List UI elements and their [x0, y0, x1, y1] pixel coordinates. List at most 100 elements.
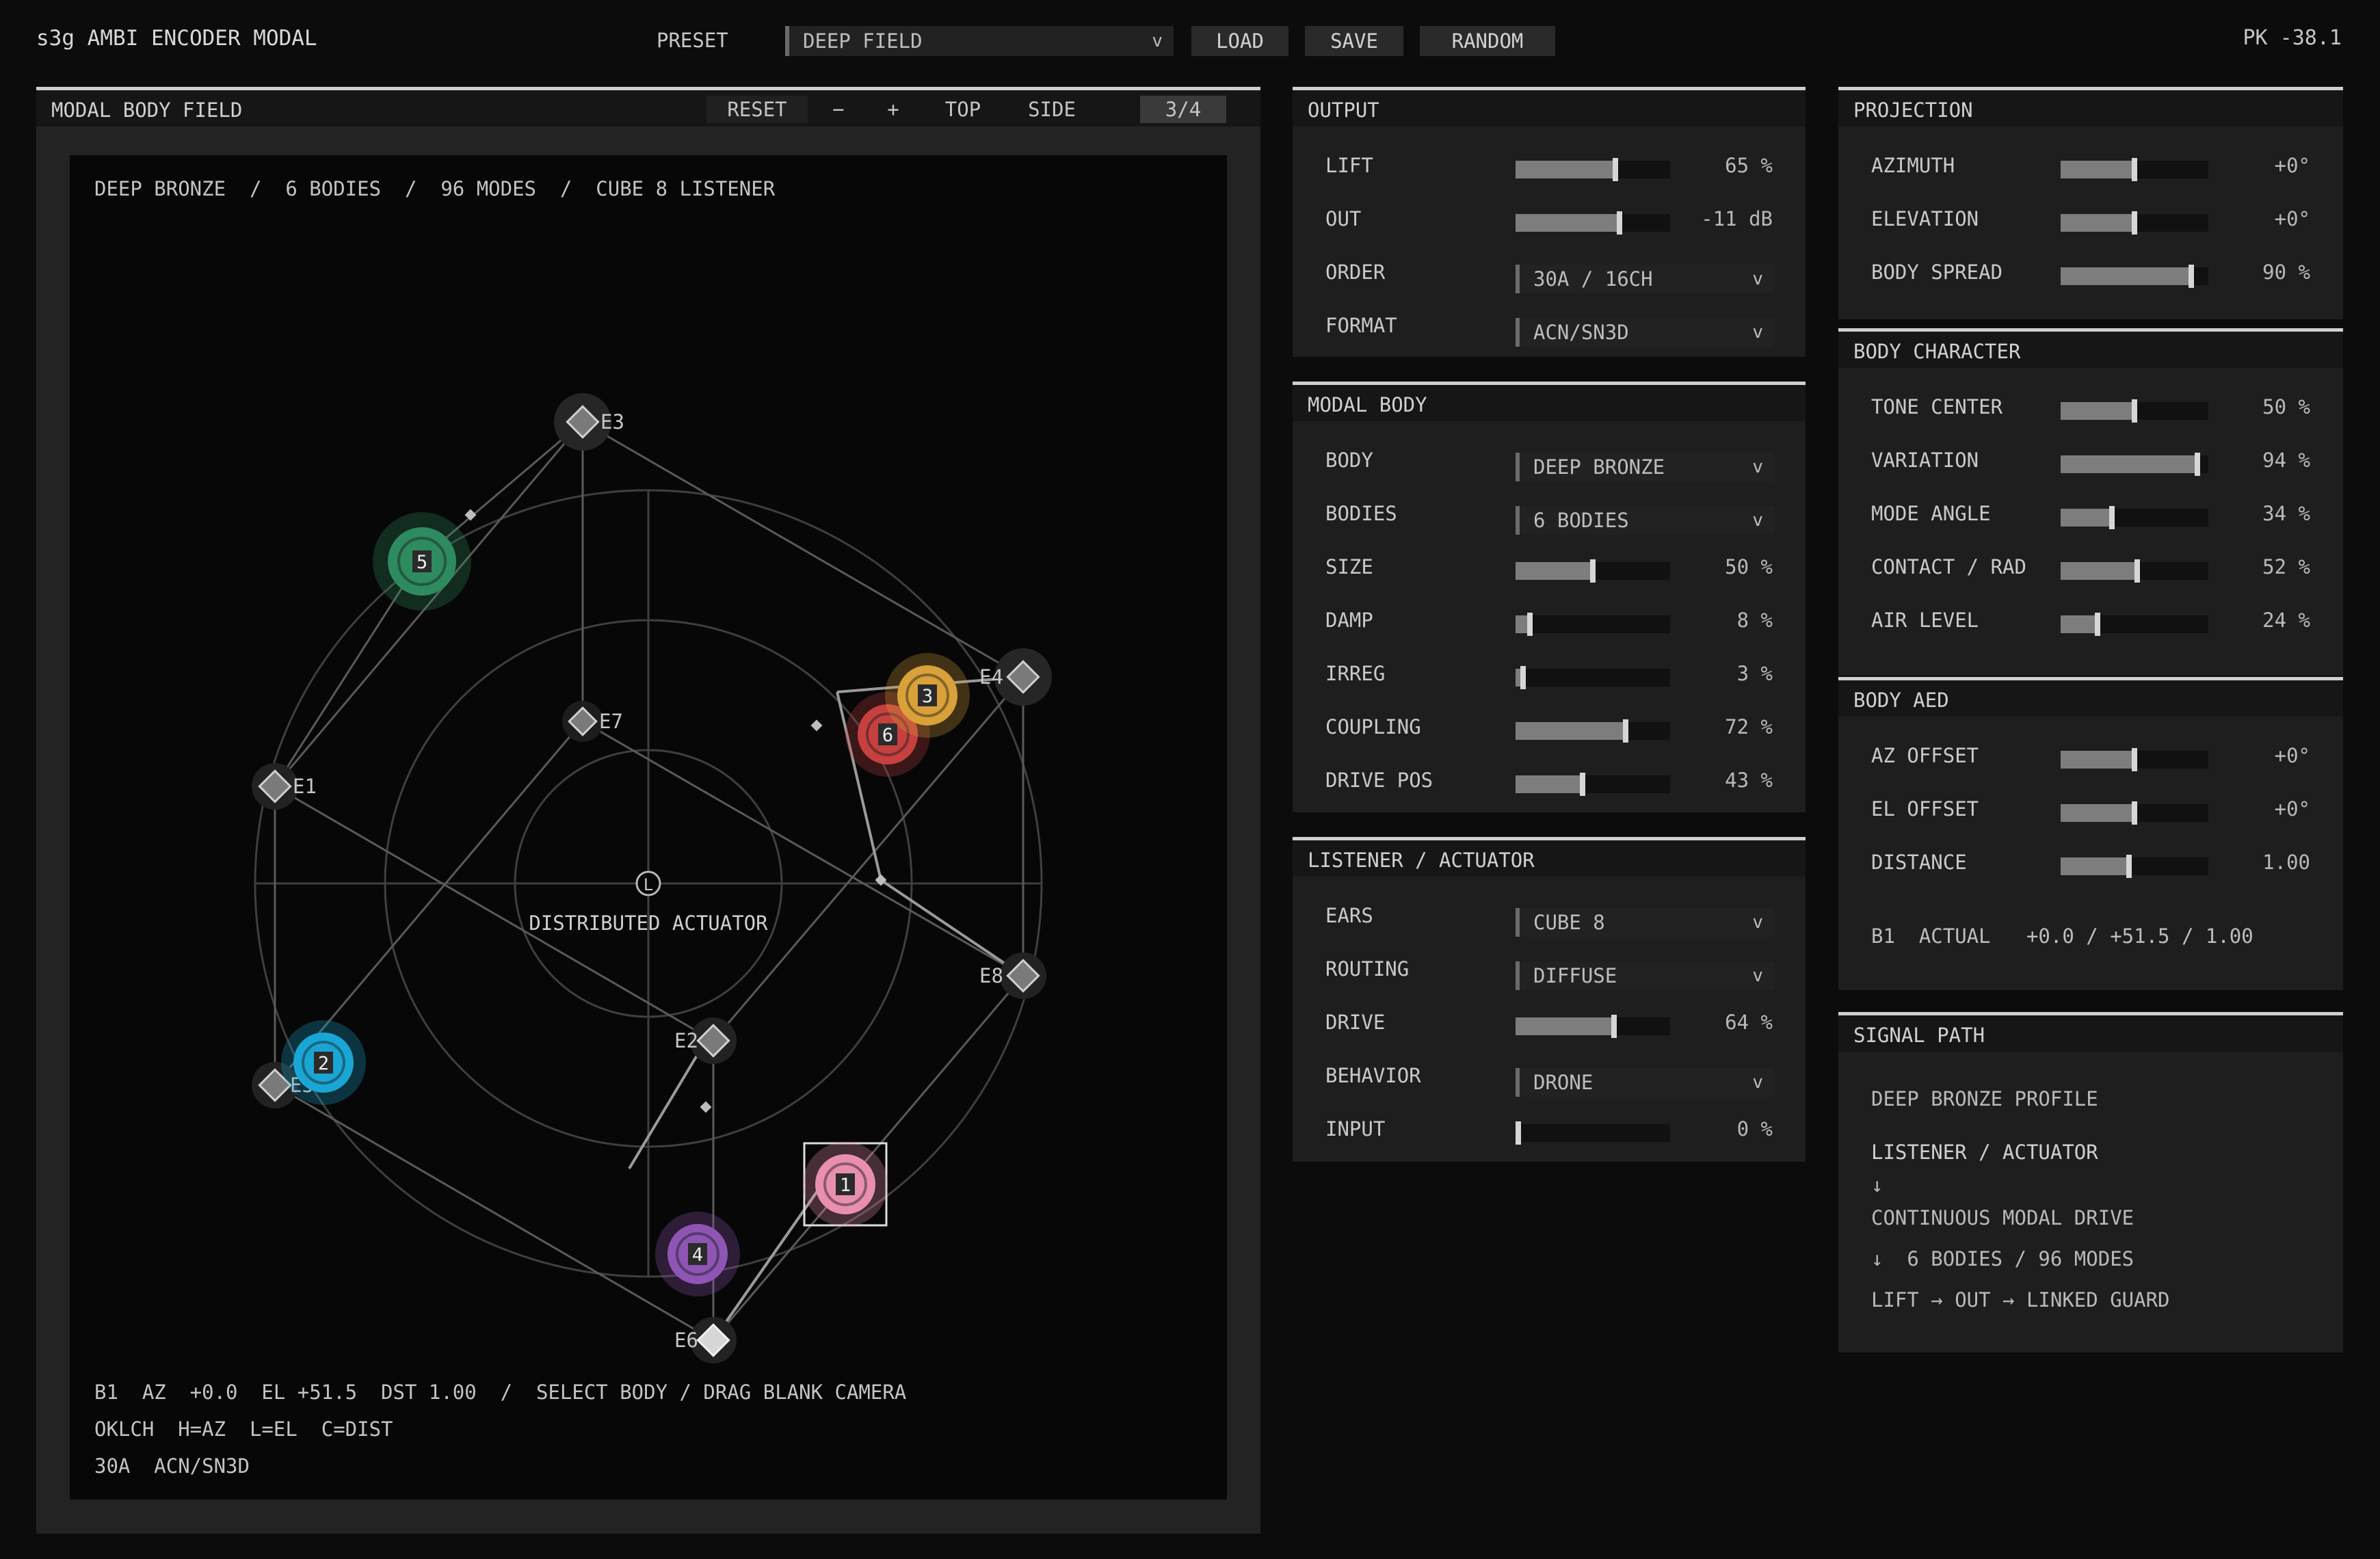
slider-handle[interactable] [1580, 773, 1585, 796]
chevron-down-icon: v [1752, 912, 1763, 933]
listener-title: LISTENER / ACTUATOR [1308, 849, 1535, 872]
air-level-value: 24 % [2262, 609, 2310, 632]
az-offset-slider[interactable] [2061, 748, 2208, 771]
chevron-down-icon: v [1752, 965, 1763, 986]
projection-panel: PROJECTION AZIMUTH +0° ELEVATION +0° BOD… [1838, 87, 2343, 319]
damp-value: 8 % [1736, 609, 1773, 632]
body-node[interactable]: 5 [373, 512, 471, 611]
body-node[interactable]: 4 [655, 1212, 740, 1296]
bodies-select[interactable]: 6 BODIES v [1516, 506, 1774, 535]
body-label: 4 [692, 1244, 703, 1266]
ear-label: E7 [599, 710, 623, 733]
damp-slider[interactable] [1516, 613, 1670, 636]
air-level-slider[interactable] [2061, 613, 2208, 636]
out-slider[interactable] [1516, 211, 1670, 235]
tone-center-slider[interactable] [2061, 399, 2208, 423]
damp-label: DAMP [1325, 609, 1373, 632]
el-offset-label: EL OFFSET [1871, 797, 1979, 821]
body-character-title: BODY CHARACTER [1853, 340, 2021, 363]
slider-handle[interactable] [2132, 748, 2137, 771]
slider-fill [2061, 857, 2126, 875]
body-node[interactable]: 1 [803, 1142, 888, 1227]
slider-handle[interactable] [2109, 506, 2115, 529]
slider-fill [1516, 722, 1623, 740]
body-label: 2 [318, 1053, 329, 1074]
slider-handle[interactable] [1617, 211, 1622, 235]
slider-handle[interactable] [2095, 613, 2100, 636]
ear-node[interactable]: E1 [252, 763, 317, 810]
coupling-slider[interactable] [1516, 719, 1670, 743]
el-offset-slider[interactable] [2061, 801, 2208, 825]
slider-handle[interactable] [1613, 158, 1618, 181]
load-button[interactable]: LOAD [1191, 26, 1288, 56]
azimuth-slider[interactable] [2061, 158, 2208, 181]
three-quarter-view-button[interactable]: 3/4 [1140, 96, 1226, 123]
body-select[interactable]: DEEP BRONZE v [1516, 453, 1774, 481]
contact-rad-slider[interactable] [2061, 559, 2208, 583]
side-view-button[interactable]: SIDE [1007, 96, 1096, 123]
preset-select[interactable]: DEEP FIELD v [785, 26, 1174, 56]
size-slider[interactable] [1516, 559, 1670, 583]
ears-select-value: CUBE 8 [1533, 911, 1605, 934]
mode-angle-slider[interactable] [2061, 506, 2208, 529]
slider-handle[interactable] [2134, 559, 2140, 583]
slider-handle[interactable] [1516, 1121, 1521, 1145]
irreg-slider[interactable] [1516, 666, 1670, 689]
irreg-label: IRREG [1325, 662, 1386, 685]
ear-node[interactable]: E7 [562, 701, 623, 742]
contact-marker [700, 1101, 712, 1113]
body-link-line [628, 1039, 707, 1170]
format-select[interactable]: ACN/SN3D v [1516, 318, 1774, 347]
zoom-out-button[interactable]: − [815, 96, 862, 123]
drive-value: 64 % [1725, 1011, 1773, 1034]
slider-handle[interactable] [1623, 719, 1628, 743]
slider-fill [2061, 509, 2109, 527]
slider-handle[interactable] [2126, 855, 2132, 878]
save-button[interactable]: SAVE [1305, 26, 1403, 56]
variation-slider[interactable] [2061, 453, 2208, 476]
slider-handle[interactable] [1590, 559, 1596, 583]
air-level-label: AIR LEVEL [1871, 609, 1979, 632]
drive-slider[interactable] [1516, 1015, 1670, 1038]
input-slider[interactable] [1516, 1121, 1670, 1145]
zoom-in-button[interactable]: + [869, 96, 917, 123]
behavior-select[interactable]: DRONE v [1516, 1068, 1774, 1097]
reset-view-button[interactable]: RESET [706, 96, 808, 123]
body-select-value: DEEP BRONZE [1533, 455, 1665, 479]
body-spread-slider[interactable] [2061, 265, 2208, 288]
body-node[interactable]: 3 [885, 653, 970, 738]
lift-slider[interactable] [1516, 158, 1670, 181]
distance-slider[interactable] [2061, 855, 2208, 878]
slider-handle[interactable] [1611, 1015, 1617, 1038]
slider-handle[interactable] [2132, 158, 2137, 181]
slider-handle[interactable] [2132, 801, 2137, 825]
ear-node[interactable]: E8 [979, 952, 1046, 999]
chevron-down-icon: v [1152, 31, 1163, 51]
slider-handle[interactable] [1527, 613, 1533, 636]
slider-handle[interactable] [2189, 265, 2194, 288]
order-select[interactable]: 30A / 16CH v [1516, 265, 1774, 293]
drive-pos-slider[interactable] [1516, 773, 1670, 796]
random-button[interactable]: RANDOM [1420, 26, 1555, 56]
field-canvas[interactable]: DEEP BRONZE / 6 BODIES / 96 MODES / CUBE… [70, 155, 1227, 1500]
field-graph[interactable]: L DISTRIBUTED ACTUATOR E1 E2 E3 E4 E5 E6… [70, 155, 1227, 1500]
ear-node[interactable]: E3 [554, 393, 624, 451]
slider-handle[interactable] [2132, 211, 2137, 235]
signal-path-title: SIGNAL PATH [1853, 1024, 1985, 1047]
elevation-slider[interactable] [2061, 211, 2208, 235]
top-view-button[interactable]: TOP [925, 96, 1001, 123]
chevron-down-icon: v [1752, 322, 1763, 343]
modal-body-field-panel: MODAL BODY FIELD RESET − + TOP SIDE 3/4 … [36, 87, 1260, 1534]
az-offset-label: AZ OFFSET [1871, 744, 1979, 767]
slider-fill [2061, 214, 2132, 232]
body-node[interactable]: 2 [281, 1020, 366, 1105]
slider-handle[interactable] [2132, 399, 2137, 423]
slider-handle[interactable] [1520, 666, 1526, 689]
ears-select[interactable]: CUBE 8 v [1516, 908, 1774, 937]
body-character-panel: BODY CHARACTER TONE CENTER 50 % VARIATIO… [1838, 328, 2343, 676]
tone-center-label: TONE CENTER [1871, 395, 2003, 418]
tone-center-value: 50 % [2262, 395, 2310, 418]
slider-handle[interactable] [2195, 453, 2200, 476]
routing-select[interactable]: DIFFUSE v [1516, 961, 1774, 990]
status-line-3: 30A ACN/SN3D [94, 1454, 250, 1478]
